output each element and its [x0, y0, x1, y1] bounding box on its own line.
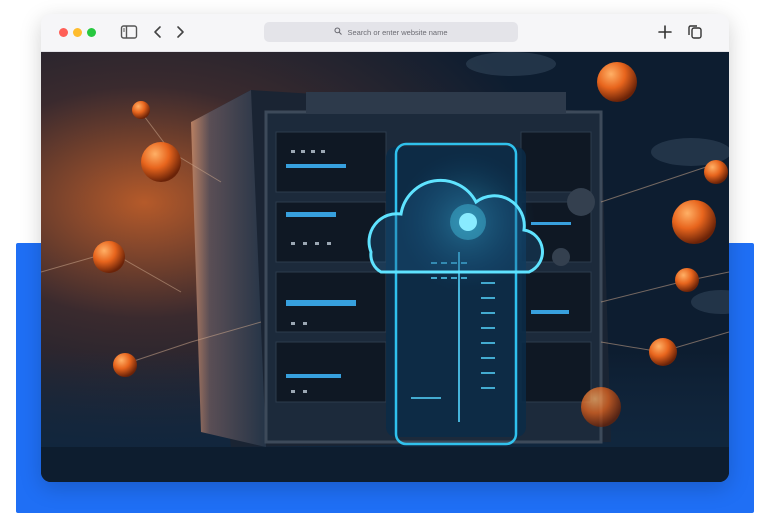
maximize-window-button[interactable] [87, 28, 96, 37]
search-icon [334, 27, 343, 37]
browser-toolbar: Search or enter website name [41, 14, 729, 52]
address-placeholder: Search or enter website name [347, 27, 448, 37]
sidebar-toggle-icon[interactable] [119, 22, 139, 42]
chevron-left-icon[interactable] [148, 22, 168, 42]
plus-icon[interactable] [655, 22, 675, 42]
close-window-button[interactable] [59, 28, 68, 37]
tab-overview-icon[interactable] [685, 22, 705, 42]
page-hero-image [41, 52, 729, 482]
address-bar[interactable]: Search or enter website name [264, 22, 518, 42]
chevron-right-icon[interactable] [170, 22, 190, 42]
minimize-window-button[interactable] [73, 28, 82, 37]
browser-window: Search or enter website name [41, 14, 729, 482]
